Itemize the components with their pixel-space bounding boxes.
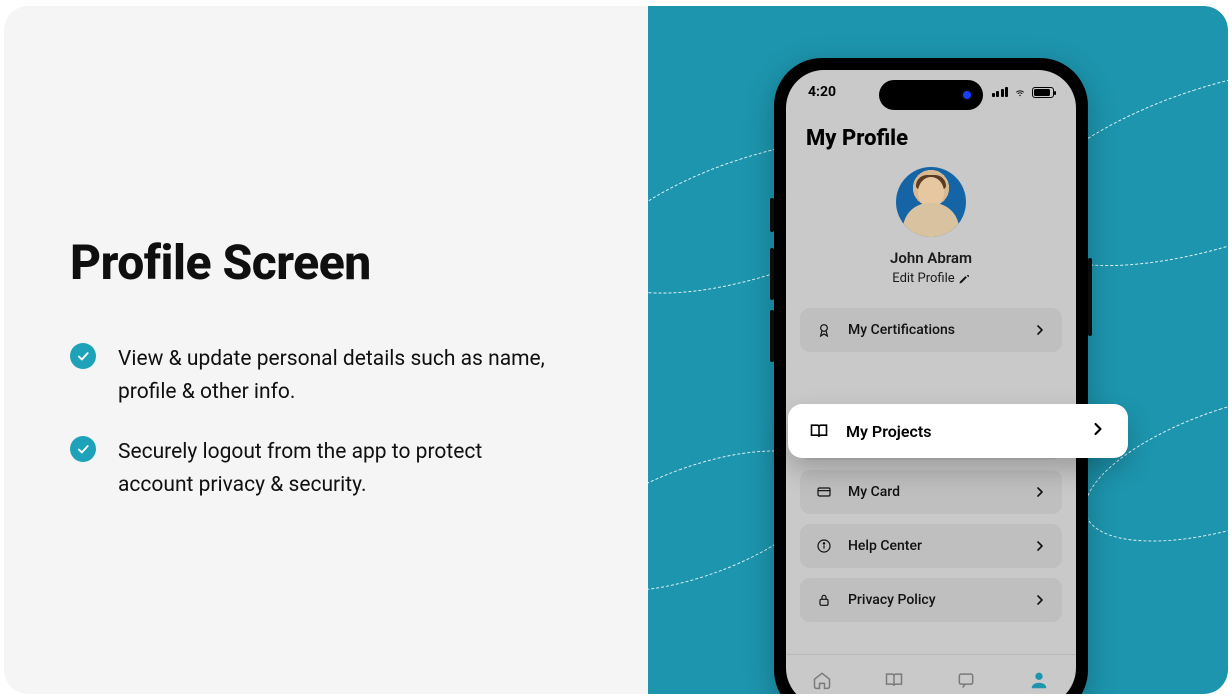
bottom-tabbar bbox=[786, 654, 1076, 694]
bullet-list: View & update personal details such as n… bbox=[70, 343, 590, 501]
phone-screen: 4:20 My Profile John Abram Edit Profile bbox=[786, 70, 1076, 694]
phone-side-button bbox=[1088, 258, 1092, 336]
menu-item-help-center[interactable]: Help Center bbox=[800, 524, 1062, 568]
bullet-item: View & update personal details such as n… bbox=[70, 343, 590, 408]
wifi-icon bbox=[1013, 87, 1027, 98]
phone-side-button bbox=[770, 248, 774, 300]
chevron-right-icon bbox=[1032, 484, 1048, 500]
chat-icon bbox=[956, 670, 976, 690]
menu-item-my-card[interactable]: My Card bbox=[800, 470, 1062, 514]
status-time: 4:20 bbox=[808, 84, 836, 100]
book-open-icon bbox=[808, 421, 830, 441]
bullet-item: Securely logout from the app to protect … bbox=[70, 436, 590, 501]
bullet-text: View & update personal details such as n… bbox=[118, 343, 548, 408]
book-open-icon bbox=[884, 670, 904, 690]
edit-profile-label: Edit Profile bbox=[892, 271, 954, 286]
menu-item-label: My Card bbox=[848, 484, 1032, 500]
chevron-right-icon bbox=[1088, 419, 1108, 443]
tab-chat[interactable] bbox=[956, 670, 976, 694]
bullet-text: Securely logout from the app to protect … bbox=[118, 436, 548, 501]
person-icon bbox=[1028, 669, 1050, 691]
lock-icon bbox=[814, 592, 834, 608]
menu-item-label: Help Center bbox=[848, 538, 1032, 554]
check-icon bbox=[70, 343, 96, 369]
page-title: Profile Screen bbox=[70, 234, 590, 291]
cellular-icon bbox=[992, 87, 1009, 97]
menu-item-label: Privacy Policy bbox=[848, 592, 1032, 608]
home-icon bbox=[812, 670, 832, 690]
menu-item-label: My Certifications bbox=[848, 322, 1032, 338]
promo-card: Profile Screen View & update personal de… bbox=[4, 6, 1228, 694]
card-icon bbox=[814, 484, 834, 500]
ribbon-icon bbox=[814, 322, 834, 338]
menu-item-my-projects[interactable]: My Projects bbox=[788, 404, 1128, 458]
tab-courses[interactable] bbox=[884, 670, 904, 694]
decoration-ellipse bbox=[1067, 359, 1228, 572]
profile-block: John Abram Edit Profile bbox=[800, 161, 1062, 300]
menu-item-certifications[interactable]: My Certifications bbox=[800, 308, 1062, 352]
user-name: John Abram bbox=[800, 249, 1062, 267]
info-icon bbox=[814, 538, 834, 554]
menu-item-label: My Projects bbox=[846, 422, 1088, 441]
tab-home[interactable] bbox=[812, 670, 832, 694]
status-right bbox=[992, 87, 1055, 98]
profile-menu: My Certifications Saved Course bbox=[800, 308, 1062, 622]
menu-item-placeholder bbox=[800, 362, 1062, 406]
status-bar: 4:20 bbox=[786, 84, 1076, 100]
phone-side-button bbox=[770, 198, 774, 232]
tab-profile[interactable] bbox=[1028, 669, 1050, 695]
battery-icon bbox=[1032, 87, 1054, 98]
avatar[interactable] bbox=[896, 167, 966, 237]
chevron-right-icon bbox=[1032, 322, 1048, 338]
screen-header: My Profile bbox=[800, 122, 1062, 161]
pencil-icon bbox=[958, 273, 970, 285]
check-icon bbox=[70, 436, 96, 462]
left-column: Profile Screen View & update personal de… bbox=[70, 234, 590, 529]
phone-side-button bbox=[770, 310, 774, 362]
phone-mockup: 4:20 My Profile John Abram Edit Profile bbox=[774, 58, 1088, 694]
chevron-right-icon bbox=[1032, 592, 1048, 608]
chevron-right-icon bbox=[1032, 538, 1048, 554]
edit-profile-link[interactable]: Edit Profile bbox=[892, 271, 969, 286]
menu-item-privacy-policy[interactable]: Privacy Policy bbox=[800, 578, 1062, 622]
